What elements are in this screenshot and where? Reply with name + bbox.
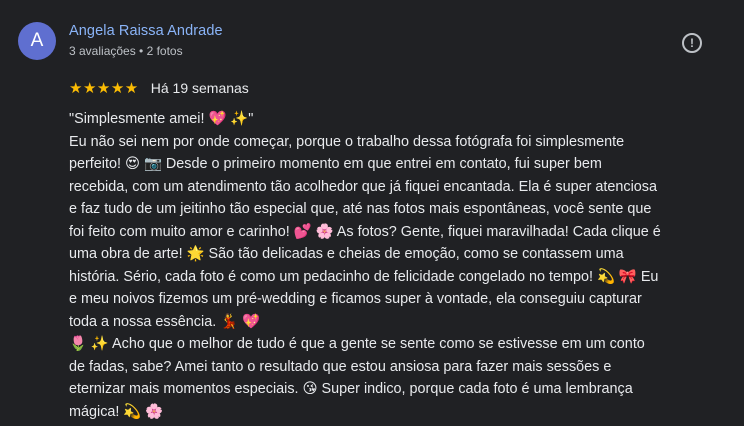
review-line: 🌷 ✨ Acho que o melhor de tudo é que a ge… xyxy=(69,336,645,352)
review-line: e meu noivos fizemos um pré-wedding e fi… xyxy=(69,291,642,307)
review-line: e faz tudo de um jeitinho tão especial q… xyxy=(69,201,652,217)
review-line: história. Sério, cada foto é como um ped… xyxy=(69,268,659,285)
review-line: toda a nossa essência. 💃 💖 xyxy=(69,313,261,330)
review-line: foi feito com muito amor e carinho! 💕 🌸 … xyxy=(69,223,661,240)
review-text: "Simplesmente amei! 💖 ✨" Eu não sei nem … xyxy=(69,108,729,423)
rating-row: ★★★★★ Há 19 semanas xyxy=(69,79,249,97)
review-line: mágica! 💫 🌸 xyxy=(69,403,164,420)
review-line: perfeito! 😍 📷 Desde o primeiro momento e… xyxy=(69,156,602,172)
review-line: uma obra de arte! 🌟 São tão delicadas e … xyxy=(69,246,624,262)
avatar[interactable]: A xyxy=(18,22,56,60)
review-date: Há 19 semanas xyxy=(150,80,249,96)
review-line: recebida, com um atendimento tão acolhed… xyxy=(69,178,657,195)
star-rating: ★★★★★ xyxy=(69,80,139,97)
review-line: de fadas, sabe? Amei tanto o resultado q… xyxy=(69,358,612,375)
review-line: eternizar mais momentos especiais. 😘 Sup… xyxy=(69,381,633,397)
review-line: Eu não sei nem por onde começar, porque … xyxy=(69,133,625,150)
author-meta: 3 avaliações • 2 fotos xyxy=(69,44,183,58)
author-name[interactable]: Angela Raissa Andrade xyxy=(69,23,223,39)
report-flag-icon[interactable]: ! xyxy=(682,33,702,53)
review-line: "Simplesmente amei! 💖 ✨" xyxy=(69,111,254,127)
